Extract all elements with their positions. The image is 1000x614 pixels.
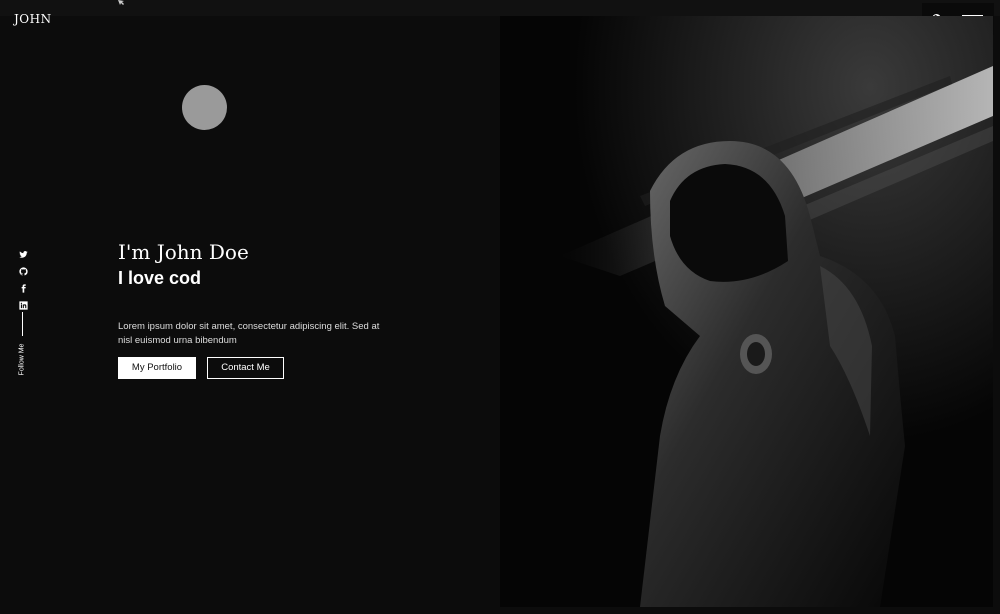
portfolio-button[interactable]: My Portfolio <box>118 357 196 379</box>
facebook-icon[interactable] <box>16 280 30 293</box>
twitter-icon[interactable] <box>16 246 30 258</box>
linkedin-icon[interactable] <box>16 297 30 310</box>
follow-divider <box>22 312 23 336</box>
contact-button[interactable]: Contact Me <box>207 357 284 379</box>
social-links <box>16 246 30 314</box>
cursor-icon <box>118 0 124 5</box>
hero-description: Lorem ipsum dolor sit amet, consectetur … <box>118 321 380 346</box>
page: JOHN Follow Me I'm John Doe I love cod L… <box>0 0 1000 614</box>
follow-me-label: Follow Me <box>18 343 26 376</box>
hero-photo <box>500 16 993 607</box>
github-icon[interactable] <box>16 263 30 276</box>
hero-tagline: I love cod <box>118 268 202 288</box>
site-logo[interactable]: JOHN <box>14 12 52 26</box>
avatar <box>182 85 227 130</box>
hero-greeting: I'm John Doe <box>118 240 249 264</box>
top-bar <box>0 0 1000 16</box>
